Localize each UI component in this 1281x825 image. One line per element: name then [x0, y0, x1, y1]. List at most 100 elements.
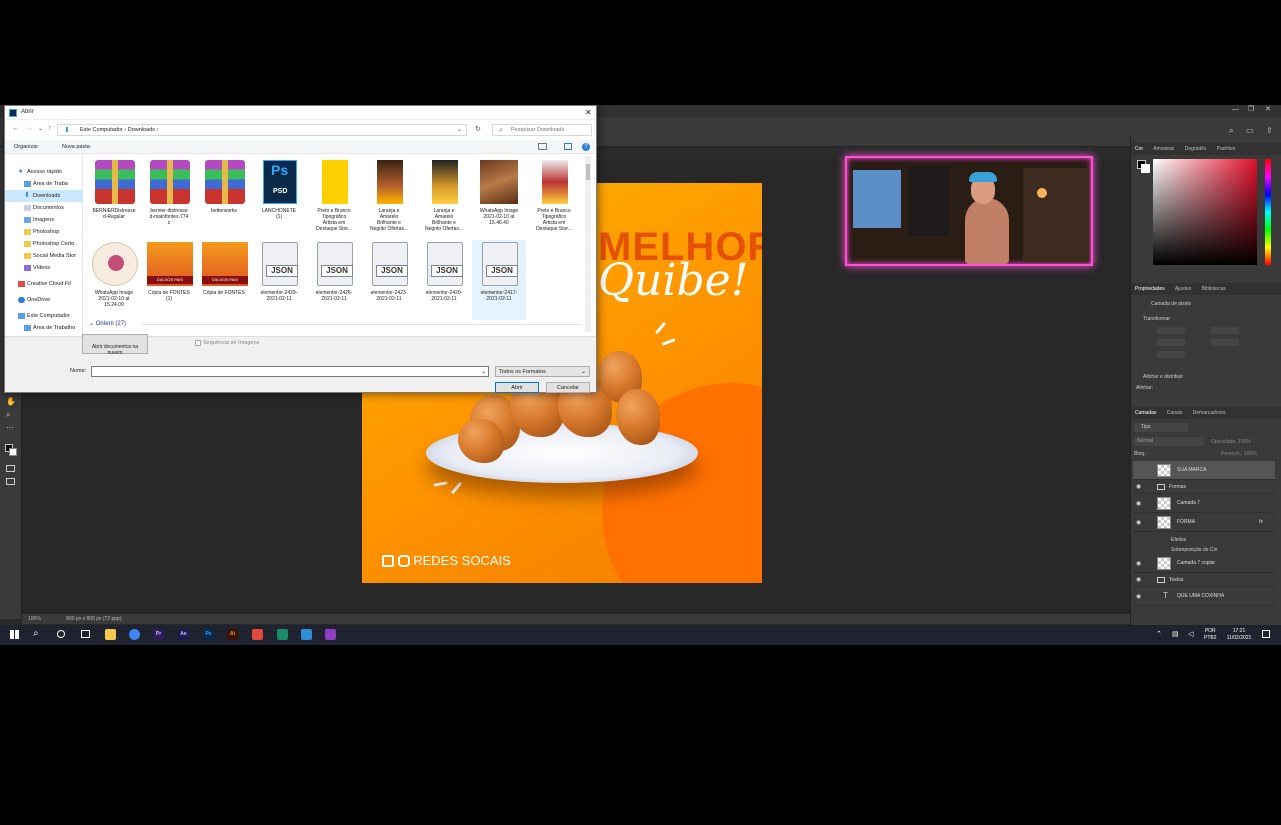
nav-item[interactable]: Photoshop — [5, 226, 83, 238]
blend-mode-select[interactable]: Normal — [1134, 437, 1204, 446]
back-icon[interactable]: ← — [12, 125, 19, 132]
file-item[interactable]: WhatsApp Image 2021-02-10 at 15.24.09 — [87, 240, 141, 320]
align-section[interactable]: Alinhar e distribuir — [1143, 374, 1183, 380]
group-header[interactable]: ⌄ Ontem (27) — [89, 320, 589, 330]
tray-chevron-icon[interactable]: ⌃ — [1156, 630, 1162, 638]
fx-badge[interactable]: fx — [1259, 519, 1263, 525]
file-item[interactable]: BERNIERDistresse d-Regular — [87, 158, 141, 238]
layer-group-row[interactable]: ◉ Textos — [1133, 573, 1275, 587]
file-item[interactable]: JSON elementor-2429- 2021-02-11 — [252, 240, 306, 320]
cloud-docs-tooltip[interactable]: Abrir documentos na nuvem — [82, 334, 148, 356]
file-item[interactable]: JSON elementor-2426- 2021-02-11 — [307, 240, 361, 320]
new-folder-button[interactable]: Nova pasta — [62, 144, 90, 150]
screen-mode-icon[interactable] — [6, 478, 15, 485]
tab-patterns[interactable]: Padrões — [1217, 146, 1236, 152]
path-dropdown-icon[interactable]: ⌄ — [457, 126, 462, 133]
zoom-level[interactable]: 100% — [28, 616, 41, 622]
file-item[interactable]: DIA DOS PAIS Cópia de FONTES — [197, 240, 251, 320]
file-item[interactable]: Preto e Branco Tipográfico Artista em De… — [307, 158, 361, 238]
refresh-icon[interactable]: ↻ — [475, 125, 481, 133]
search-icon[interactable]: ⌕ — [33, 628, 39, 639]
forward-icon[interactable]: → — [26, 125, 33, 132]
taskbar-app-photoshop-icon[interactable]: Ps — [203, 629, 214, 640]
transform-section[interactable]: Transformar — [1143, 316, 1170, 322]
x-field[interactable] — [1157, 339, 1185, 346]
tab-properties[interactable]: Propriedades — [1135, 286, 1165, 292]
layer-row[interactable]: ◉ FORMA fx — [1133, 513, 1275, 532]
taskbar-app-record-icon[interactable] — [252, 629, 263, 640]
zoom-tool-icon[interactable]: ⌕ — [6, 410, 10, 420]
more-tools-icon[interactable]: ⋯ — [6, 423, 14, 432]
nav-item[interactable]: Vídeos — [5, 262, 83, 274]
file-item[interactable]: JSON elementor-2423- 2021-02-11 — [362, 240, 416, 320]
nav-item[interactable]: Este Computador — [5, 310, 83, 322]
notification-icon[interactable] — [1262, 630, 1270, 638]
close-icon[interactable]: ✕ — [585, 108, 592, 117]
nav-item[interactable]: Área de Trabalho — [5, 322, 83, 334]
taskbar-app-winrar-icon[interactable] — [325, 629, 336, 640]
layer-row[interactable]: ◉ Camada 7 copiar — [1133, 554, 1275, 573]
hand-tool-icon[interactable]: ✋ — [6, 397, 16, 406]
taskbar-app-premiere-icon[interactable]: Pr — [153, 629, 164, 640]
help-icon[interactable]: ? — [582, 143, 590, 151]
background-color-swatch[interactable] — [9, 448, 17, 456]
y-field[interactable] — [1211, 339, 1239, 346]
layer-group-row[interactable]: ◉ Formas — [1133, 480, 1275, 494]
taskbar-app-blue-icon[interactable] — [301, 629, 312, 640]
tab-gradients[interactable]: Degradês — [1185, 146, 1207, 152]
nav-item[interactable]: ⬇ Downloads — [5, 190, 83, 202]
file-item[interactable]: Laranja e Amarelo Brilhante e Negrito Of… — [417, 158, 471, 238]
file-item[interactable]: bernier-distresse d-mainfontes.774 c — [142, 158, 196, 238]
taskbar-app-chrome-icon[interactable] — [129, 629, 140, 640]
nav-item[interactable]: Imagens — [5, 214, 83, 226]
nav-item[interactable]: Photoshop Certo — [5, 238, 83, 250]
angle-field[interactable] — [1157, 351, 1185, 358]
eye-icon[interactable]: ◉ — [1136, 483, 1141, 490]
layer-row[interactable]: ◉ Camada 7 — [1133, 494, 1275, 513]
recent-chevron-icon[interactable]: ⌄ — [38, 125, 43, 132]
preview-pane-icon[interactable] — [564, 143, 572, 150]
file-item[interactable]: JSON elementor-2420- 2021-02-11 — [417, 240, 471, 320]
task-view-icon[interactable] — [81, 630, 90, 638]
file-item[interactable]: WhatsApp Image 2021-02-10 at 15.46.40 — [472, 158, 526, 238]
file-item[interactable]: Ps PSD LANCHONETE (1) — [252, 158, 306, 238]
color-picker-field[interactable] — [1153, 159, 1257, 265]
scrollbar-thumb[interactable] — [586, 164, 590, 180]
path-box[interactable]: ⬇ Este Computador › Downloads › — [57, 124, 467, 136]
eye-icon[interactable]: ◉ — [1136, 500, 1141, 507]
nav-item[interactable]: Área de Traba — [5, 178, 83, 190]
view-options-icon[interactable] — [538, 143, 547, 150]
nav-item[interactable]: OneDrive — [5, 294, 83, 306]
organize-menu[interactable]: Organizar — [14, 144, 38, 150]
tab-color[interactable]: Cor — [1135, 146, 1143, 152]
restore-icon[interactable]: ❐ — [1248, 105, 1254, 113]
search-input[interactable]: ⌕ Pesquisar Downloads — [492, 124, 592, 136]
file-item[interactable]: Preto e Branco Tipográfico Artista em De… — [527, 158, 581, 238]
eye-icon[interactable]: ◉ — [1136, 593, 1141, 600]
file-item[interactable]: Laranja e Amarelo Brilhante e Negrito Of… — [362, 158, 416, 238]
tab-swatches[interactable]: Amostras — [1153, 146, 1174, 152]
taskbar-app-illustrator-icon[interactable]: Ai — [227, 629, 238, 640]
cancel-button[interactable]: Cancelar — [546, 382, 590, 393]
tab-channels[interactable]: Canais — [1167, 410, 1183, 416]
eye-icon[interactable]: ◉ — [1136, 576, 1141, 583]
opacity-field[interactable]: Opacidade: 100% — [1211, 439, 1251, 445]
tab-paths[interactable]: Demarcadores — [1193, 410, 1226, 416]
input-lang[interactable]: POR PTB2 — [1204, 628, 1217, 642]
file-item[interactable]: betterworks — [197, 158, 251, 238]
layer-row[interactable]: ◉ T QUE UMA COXINHA — [1133, 587, 1275, 606]
minimize-icon[interactable]: — — [1232, 106, 1239, 113]
breadcrumb-item[interactable]: Este Computador — [80, 127, 123, 133]
bg-color-chip[interactable] — [1141, 164, 1150, 173]
nav-item[interactable]: Creative Cloud Fil — [5, 278, 83, 290]
file-name-input[interactable]: ⌄ — [91, 366, 489, 377]
effects-label[interactable]: Efeitos — [1171, 537, 1186, 543]
scrollbar[interactable] — [585, 156, 591, 332]
nav-item[interactable]: Documentos — [5, 202, 83, 214]
eye-icon[interactable]: ◉ — [1136, 519, 1141, 526]
tab-layers[interactable]: Camadas — [1135, 410, 1156, 416]
layer-filter-select[interactable]: Tipo — [1134, 423, 1188, 432]
taskbar-app-after-effects-icon[interactable]: Ae — [178, 629, 189, 640]
file-item[interactable]: JSON elementor-2417- 2021-02-11 — [472, 240, 526, 320]
close-icon[interactable]: ✕ — [1265, 105, 1271, 113]
